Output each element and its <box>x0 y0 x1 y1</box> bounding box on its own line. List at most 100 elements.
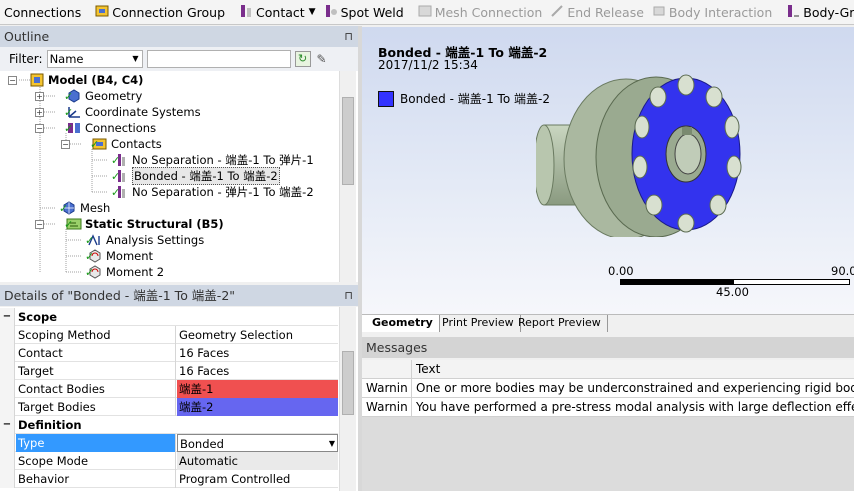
filter-select-value: Name <box>49 52 84 66</box>
pin-icon[interactable]: ⊓ <box>344 285 353 306</box>
body-interaction-button[interactable]: Body Interaction <box>648 1 776 23</box>
scrollbar-thumb[interactable] <box>342 351 354 415</box>
tree-item-contacts[interactable]: − ✓ Contacts <box>61 136 162 152</box>
tree-item-moment[interactable]: ✓ Moment <box>85 248 154 264</box>
legend-swatch <box>378 90 394 107</box>
message-row[interactable]: Warnin One or more bodies may be underco… <box>362 379 854 398</box>
details-row-contact[interactable]: Contact 16 Faces <box>0 344 338 362</box>
chevron-down-icon: ▼ <box>132 54 139 63</box>
viewport-date: 2017/11/2 15:34 <box>378 58 478 72</box>
checkmark-icon: ✓ <box>85 250 95 263</box>
spot-weld-button[interactable]: Spot Weld <box>320 1 408 23</box>
collapse-icon[interactable]: − <box>35 219 44 229</box>
chevron-down-icon: ▼ <box>328 439 335 448</box>
details-row-type[interactable]: Type Bonded ▼ <box>0 434 338 452</box>
tree-item-contact-region-2[interactable]: ✓ Bonded - 端盖-1 To 端盖-2 <box>111 167 280 185</box>
mesh-connection-label: Mesh Connection <box>434 4 543 20</box>
scale-mid-label: 45.00 <box>716 285 749 299</box>
collapse-icon[interactable]: − <box>8 75 17 85</box>
expand-icon[interactable]: + <box>35 91 44 101</box>
type-select[interactable]: Bonded ▼ <box>177 434 338 452</box>
connection-group-label: Connection Group <box>112 4 226 20</box>
details-row-scoping-method[interactable]: Scoping Method Geometry Selection <box>0 326 338 344</box>
connection-group-icon <box>95 4 109 21</box>
details-section-scope[interactable]: − Scope <box>0 308 338 326</box>
graphics-viewport[interactable]: Bonded - 端盖-1 To 端盖-2 2017/11/2 15:34 Bo… <box>362 27 854 314</box>
details-section-definition[interactable]: − Definition <box>0 416 338 434</box>
contact-region-icon: ✓ <box>111 153 129 167</box>
tree-item-analysis-settings[interactable]: ✓ Analysis Settings <box>85 232 204 248</box>
filter-search-input[interactable] <box>146 50 291 68</box>
tree-item-model[interactable]: − Model (B4, C4) <box>8 72 143 88</box>
checkmark-icon: ✓ <box>90 138 100 151</box>
tree-item-label: Moment <box>106 249 154 263</box>
message-type: Warnin <box>362 398 412 416</box>
row-value: 16 Faces <box>179 364 230 378</box>
text-column-header[interactable]: Text <box>413 360 440 378</box>
messages-panel: Text Warnin One or more bodies may be un… <box>362 360 854 491</box>
collapse-icon[interactable]: − <box>0 308 15 326</box>
connections-icon: ✓ <box>64 121 82 135</box>
row-key: Behavior <box>16 470 176 488</box>
mesh-connection-button[interactable]: Mesh Connection <box>414 1 547 23</box>
model-icon <box>29 73 45 87</box>
tree-item-moment-2[interactable]: ✓ Moment 2 <box>85 264 164 280</box>
end-release-button[interactable]: End Release <box>546 1 648 23</box>
type-column-header[interactable] <box>362 360 412 378</box>
tree-item-static-structural[interactable]: − ✓ Static Structural (B5) <box>35 216 224 232</box>
collapse-icon[interactable]: − <box>61 139 70 149</box>
tree-item-contact-region-3[interactable]: ✓ No Separation - 弹片-1 To 端盖-2 <box>111 184 314 200</box>
message-type: Warnin <box>362 379 412 397</box>
connection-group-button[interactable]: Connection Group <box>91 1 229 23</box>
tree-item-mesh[interactable]: ✓ Mesh <box>59 200 110 216</box>
row-value: Automatic <box>177 452 338 470</box>
tree-item-connections[interactable]: − ✓ Connections <box>35 120 156 136</box>
chevron-down-icon: ▼ <box>308 7 316 17</box>
details-row-behavior[interactable]: Behavior Program Controlled <box>0 470 338 488</box>
filter-bar: Filter: Name ▼ ↻ ✎ <box>0 47 358 71</box>
details-scrollbar[interactable] <box>339 307 356 491</box>
details-row-target-bodies[interactable]: Target Bodies 端盖-2 <box>0 398 338 416</box>
message-row[interactable]: Warnin You have performed a pre-stress m… <box>362 398 854 417</box>
connections-label-text: Connections <box>4 4 82 20</box>
tab-report-preview[interactable]: Report Preview <box>508 315 608 332</box>
details-row-scope-mode[interactable]: Scope Mode Automatic <box>0 452 338 470</box>
tab-geometry[interactable]: Geometry <box>362 315 440 332</box>
expand-icon[interactable]: + <box>35 107 44 117</box>
filter-select[interactable]: Name ▼ <box>46 50 143 68</box>
app-window: Connections Connection Group Contact ▼ S… <box>0 0 854 491</box>
row-key: Contact <box>16 344 176 362</box>
row-gutter <box>0 326 15 344</box>
pin-icon[interactable]: ⊓ <box>344 26 353 47</box>
tree-item-geometry[interactable]: + ✓ Geometry <box>35 88 142 104</box>
row-gutter <box>0 434 15 452</box>
tree-item-contact-region-1[interactable]: ✓ No Separation - 端盖-1 To 弹片-1 <box>111 152 314 168</box>
outline-tree: − Model (B4, C4) + ✓ Geometry + ✓ Coordi… <box>0 71 358 282</box>
tree-item-label: Connections <box>85 121 157 135</box>
tree-item-label: Contacts <box>111 137 162 151</box>
row-gutter <box>0 344 15 362</box>
details-row-contact-bodies[interactable]: Contact Bodies 端盖-1 <box>0 380 338 398</box>
checkmark-icon: ✓ <box>64 218 74 231</box>
clear-filter-icon[interactable]: ✎ <box>314 51 330 67</box>
row-value: 端盖-2 <box>177 398 338 416</box>
refresh-icon[interactable]: ↻ <box>294 51 311 67</box>
collapse-icon[interactable]: − <box>35 123 44 133</box>
tree-item-label: Bonded - 端盖-1 To 端盖-2 <box>132 167 280 185</box>
tree-item-coordinate-systems[interactable]: + ✓ Coordinate Systems <box>35 104 201 120</box>
collapse-icon[interactable]: − <box>0 416 15 434</box>
row-gutter <box>0 380 15 398</box>
tab-label: Report Preview <box>518 316 601 329</box>
scrollbar-thumb[interactable] <box>342 97 354 185</box>
row-key: Contact Bodies <box>16 380 176 398</box>
coordinate-systems-icon: ✓ <box>64 105 82 119</box>
details-row-target[interactable]: Target 16 Faces <box>0 362 338 380</box>
tree-item-label: No Separation - 端盖-1 To 弹片-1 <box>132 153 314 167</box>
contact-button[interactable]: Contact ▼ <box>235 1 320 23</box>
outline-scrollbar[interactable] <box>339 71 356 282</box>
row-key: Type <box>16 434 176 452</box>
message-text: You have performed a pre-stress modal an… <box>416 400 854 414</box>
details-title: Details of "Bonded - 端盖-1 To 端盖-2" <box>4 288 236 303</box>
contact-region-icon: ✓ <box>111 169 129 183</box>
body-ground-button[interactable]: Body-Grou <box>782 1 854 23</box>
